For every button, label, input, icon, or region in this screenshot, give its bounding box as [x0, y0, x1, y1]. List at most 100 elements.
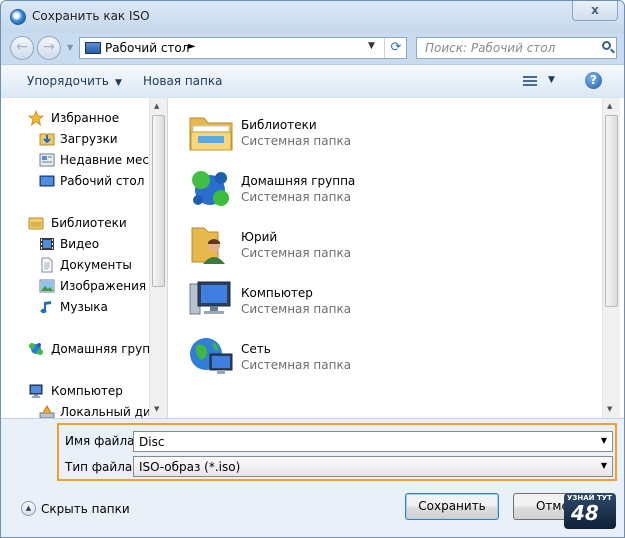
- command-bar: Упорядочить ▼ Новая папка ▼ ?: [1, 64, 624, 98]
- change-view-icon[interactable]: [523, 74, 537, 88]
- address-text[interactable]: Рабочий стол: [105, 41, 189, 55]
- sidebar-item-label: Документы: [60, 258, 132, 272]
- music-icon: [40, 301, 51, 314]
- local-disk-icon: [39, 404, 55, 418]
- browser-area: Избранное Загрузки Недавние места Рабочи…: [1, 97, 624, 418]
- sidebar-item-label: Видео: [60, 237, 100, 251]
- list-item[interactable]: Юрий Системная папка: [188, 220, 478, 270]
- search-placeholder: Поиск: Рабочий стол: [425, 41, 556, 55]
- filetype-label: Тип файла:: [65, 460, 137, 474]
- downloads-icon: [39, 133, 55, 146]
- navigation-pane: Избранное Загрузки Недавние места Рабочи…: [1, 98, 167, 418]
- sidebar-item-label: Компьютер: [51, 384, 123, 398]
- sidebar-item-libraries[interactable]: Библиотеки: [1, 213, 149, 233]
- save-as-dialog: Сохранить как ISO x ← → ▼ Рабочий стол ►…: [0, 0, 625, 538]
- chevron-down-icon[interactable]: ▼: [601, 461, 607, 470]
- chevron-down-icon[interactable]: ▼: [601, 436, 607, 445]
- list-item[interactable]: Библиотеки Системная папка: [188, 108, 478, 158]
- sidebar-item-recent-places[interactable]: Недавние места: [1, 150, 149, 170]
- video-icon: [40, 238, 54, 250]
- hide-folders-label: Скрыть папки: [41, 502, 130, 516]
- watermark-number: 48: [571, 501, 599, 525]
- filename-value: Disc: [139, 435, 165, 449]
- filetype-select[interactable]: ISO-образ (*.iso) ▼: [133, 456, 613, 477]
- scroll-down-arrow-icon[interactable]: ▼: [607, 405, 612, 413]
- recent-pages-dropdown-icon[interactable]: ▼: [67, 43, 73, 52]
- file-name: Библиотеки: [241, 118, 317, 132]
- title-bar[interactable]: Сохранить как ISO x: [1, 1, 624, 33]
- save-options-panel: Имя файла: Disc ▼ Тип файла: ISO-образ (…: [1, 418, 624, 537]
- breadcrumb-chevron-icon[interactable]: ►: [188, 41, 196, 52]
- homegroup-icon: [192, 171, 229, 206]
- sidebar-item-music[interactable]: Музыка: [1, 297, 149, 317]
- file-list: Библиотеки Системная папка Домашняя груп…: [167, 98, 624, 418]
- file-type: Системная папка: [241, 134, 352, 148]
- scroll-up-arrow-icon[interactable]: ▲: [154, 102, 159, 110]
- sidebar-item-label: Музыка: [60, 300, 108, 314]
- file-type: Системная папка: [241, 246, 352, 260]
- app-icon: [10, 9, 26, 25]
- libraries-icon: [28, 217, 44, 230]
- view-options-dropdown-icon[interactable]: ▼: [548, 75, 555, 85]
- address-bar[interactable]: Рабочий стол ► ▼ ⟳: [79, 37, 407, 59]
- close-button[interactable]: x: [572, 1, 618, 21]
- sidebar-item-pictures[interactable]: Изображения: [1, 276, 149, 296]
- sidebar-item-homegroup[interactable]: Домашняя группа: [1, 339, 149, 359]
- file-type: Системная папка: [241, 190, 352, 204]
- list-item[interactable]: Домашняя группа Системная папка: [188, 164, 478, 214]
- file-type: Системная папка: [241, 302, 352, 316]
- sidebar-scrollbar-thumb[interactable]: [152, 115, 165, 287]
- new-folder-button[interactable]: Новая папка: [143, 74, 222, 88]
- sidebar-item-label: Недавние места: [60, 153, 149, 167]
- homegroup-icon: [29, 343, 43, 355]
- sidebar-item-label: Локальный диск: [60, 405, 149, 418]
- file-name: Юрий: [241, 230, 278, 244]
- chevron-up-icon: ▲: [21, 501, 36, 516]
- organize-label: Упорядочить: [27, 74, 109, 88]
- documents-icon: [41, 257, 53, 273]
- list-item[interactable]: Компьютер Системная папка: [188, 276, 478, 326]
- pictures-icon: [39, 279, 55, 293]
- recent-places-icon: [39, 153, 55, 167]
- filename-field[interactable]: Disc ▼: [133, 431, 613, 452]
- libraries-icon: [189, 117, 233, 151]
- sidebar-item-local-disk[interactable]: Локальный диск: [1, 402, 149, 418]
- filetype-value: ISO-образ (*.iso): [139, 460, 241, 474]
- desktop-icon: [39, 175, 55, 187]
- sidebar-item-label: Избранное: [51, 111, 120, 125]
- scroll-down-arrow-icon[interactable]: ▼: [154, 405, 159, 413]
- sidebar-item-label: Домашняя группа: [51, 342, 149, 356]
- scroll-up-arrow-icon[interactable]: ▲: [607, 102, 612, 110]
- help-icon[interactable]: ?: [585, 72, 602, 89]
- computer-icon: [189, 281, 231, 315]
- sidebar-item-computer[interactable]: Компьютер: [1, 381, 149, 401]
- chevron-down-icon: ▼: [114, 78, 122, 88]
- sidebar-item-downloads[interactable]: Загрузки: [1, 129, 149, 149]
- address-dropdown-icon[interactable]: ▼: [368, 41, 375, 51]
- sidebar-item-documents[interactable]: Документы: [1, 255, 149, 275]
- computer-icon: [29, 384, 43, 398]
- search-icon[interactable]: [602, 41, 611, 50]
- sidebar-item-video[interactable]: Видео: [1, 234, 149, 254]
- refresh-icon[interactable]: ⟳: [384, 38, 407, 58]
- sidebar-scrollbar[interactable]: ▲ ▼: [149, 98, 167, 418]
- sidebar-item-desktop[interactable]: Рабочий стол: [1, 171, 149, 191]
- desktop-icon: [85, 42, 101, 54]
- file-name: Сеть: [241, 342, 271, 356]
- filename-label: Имя файла:: [65, 434, 139, 448]
- list-item[interactable]: Сеть Системная папка: [188, 332, 478, 382]
- user-folder-icon: [191, 227, 225, 264]
- star-icon: [28, 110, 44, 126]
- sidebar-item-label: Изображения: [60, 279, 147, 293]
- file-fields-highlight: Имя файла: Disc ▼ Тип файла: ISO-образ (…: [57, 423, 617, 481]
- organize-button[interactable]: Упорядочить ▼: [27, 74, 122, 88]
- sidebar-item-favorites[interactable]: Избранное: [1, 108, 149, 128]
- search-input[interactable]: Поиск: Рабочий стол: [416, 37, 617, 59]
- save-button[interactable]: Сохранить: [405, 493, 499, 520]
- file-list-scrollbar-thumb[interactable]: [605, 115, 618, 307]
- file-name: Домашняя группа: [241, 174, 356, 188]
- sidebar-item-label: Библиотеки: [51, 216, 127, 230]
- back-button[interactable]: ←: [10, 36, 34, 60]
- forward-button[interactable]: →: [37, 36, 61, 60]
- file-list-scrollbar[interactable]: ▲ ▼: [602, 98, 620, 418]
